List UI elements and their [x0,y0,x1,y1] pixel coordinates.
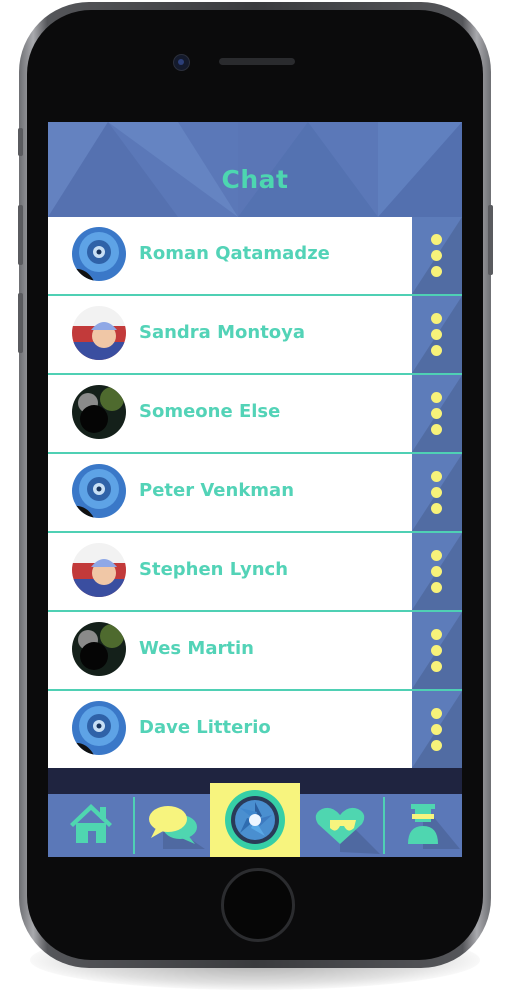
dark-cat-avatar [72,622,126,676]
more-dot-icon [431,661,442,672]
blue-eye-avatar [72,227,126,281]
chat-item-body: Wes Martin [48,612,412,689]
avatar [72,464,126,518]
dark-cat-avatar [72,385,126,439]
chat-item-body: Someone Else [48,375,412,452]
chat-list: Roman Qatamadze Sandra Montoya Someone E… [48,217,462,768]
more-options-button[interactable] [412,217,462,294]
tab-profile[interactable] [385,794,462,857]
avatar [72,227,126,281]
mute-switch [18,128,23,156]
more-dot-icon [431,345,442,356]
chat-list-item[interactable]: Wes Martin [48,610,462,689]
more-options-button[interactable] [412,454,462,531]
more-options-button[interactable] [412,296,462,373]
tab-home[interactable] [48,794,133,857]
more-dot-icon [431,724,442,735]
blue-eye-avatar [72,464,126,518]
contact-name: Wes Martin [139,638,254,659]
home-button[interactable] [221,868,295,942]
more-dot-icon [431,645,442,656]
red-cap-avatar [72,543,126,597]
avatar [72,306,126,360]
avatar [72,701,126,755]
volume-up-button [18,205,23,265]
red-cap-avatar [72,306,126,360]
chat-item-body: Stephen Lynch [48,533,412,610]
profile-icon [408,804,460,849]
more-dot-icon [431,329,442,340]
tab-favorites[interactable] [300,794,383,857]
camera-aperture-icon [225,790,285,850]
more-dot-icon [431,392,442,403]
home-icon [70,804,112,843]
chat-list-item[interactable]: Dave Litterio [48,689,462,768]
contact-name: Sandra Montoya [139,322,306,343]
more-dot-icon [431,408,442,419]
more-dot-icon [431,487,442,498]
chat-item-body: Sandra Montoya [48,296,412,373]
chat-bubbles-icon [149,806,205,849]
more-options-button[interactable] [412,375,462,452]
more-dot-icon [431,708,442,719]
more-options-button[interactable] [412,691,462,768]
more-dot-icon [431,566,442,577]
power-button [488,205,493,275]
volume-down-button [18,293,23,353]
more-dot-icon [431,629,442,640]
contact-name: Dave Litterio [139,717,271,738]
tab-camera[interactable] [210,783,300,857]
more-options-button[interactable] [412,612,462,689]
more-dot-icon [431,740,442,751]
bottom-tab-bar [48,783,462,857]
chat-item-body: Roman Qatamadze [48,217,412,294]
tab-chat[interactable] [135,794,210,857]
more-dot-icon [431,313,442,324]
contact-name: Someone Else [139,401,281,422]
more-dot-icon [431,582,442,593]
more-dot-icon [431,250,442,261]
more-options-button[interactable] [412,533,462,610]
more-dot-icon [431,550,442,561]
avatar [72,622,126,676]
chat-list-item[interactable]: Roman Qatamadze [48,217,462,294]
more-dot-icon [431,471,442,482]
page-title: Chat [221,165,289,194]
chat-item-body: Dave Litterio [48,691,412,768]
more-dot-icon [431,266,442,277]
earpiece-speaker [219,58,295,65]
chat-item-body: Peter Venkman [48,454,412,531]
blue-eye-avatar [72,701,126,755]
app-screen: Chat Roman Qatamadze Sandra Montoya Some… [48,122,462,857]
chat-list-item[interactable]: Someone Else [48,373,462,452]
avatar [72,385,126,439]
more-dot-icon [431,424,442,435]
chat-list-item[interactable]: Peter Venkman [48,452,462,531]
contact-name: Peter Venkman [139,480,295,501]
contact-name: Stephen Lynch [139,559,289,580]
contact-name: Roman Qatamadze [139,243,330,264]
chat-list-item[interactable]: Stephen Lynch [48,531,462,610]
more-dot-icon [431,234,442,245]
heart-sunglasses-icon [315,807,380,854]
chat-list-item[interactable]: Sandra Montoya [48,294,462,373]
front-camera [173,54,190,71]
more-dot-icon [431,503,442,514]
header-bar: Chat [48,122,462,217]
avatar [72,543,126,597]
